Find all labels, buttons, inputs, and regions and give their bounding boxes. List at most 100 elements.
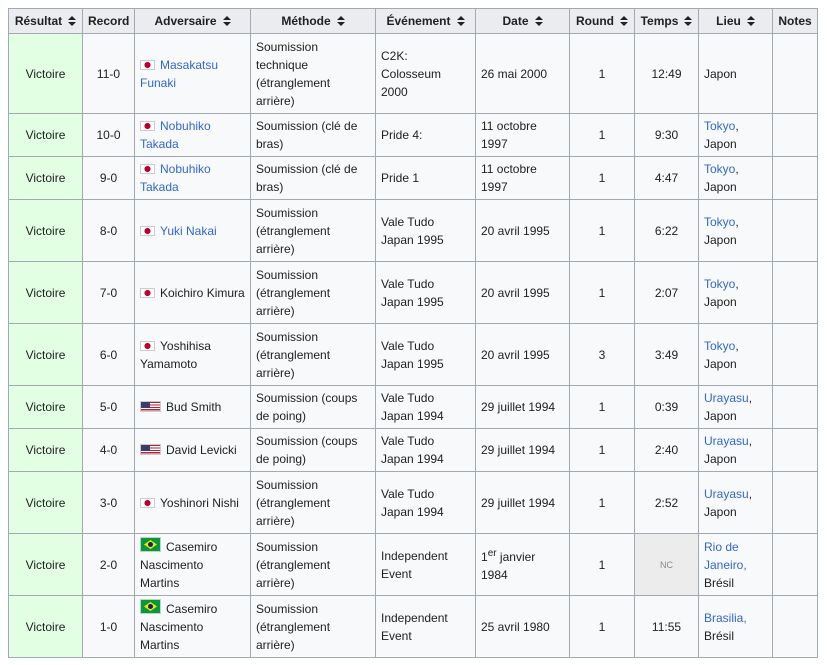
opponent-cell: Yoshihisa Yamamoto bbox=[134, 323, 251, 386]
header-round[interactable]: Round bbox=[569, 8, 635, 34]
event-cell: Vale Tudo Japan 1995 bbox=[375, 261, 476, 324]
location-separator: , bbox=[748, 486, 753, 501]
result-cell: Victoire bbox=[8, 261, 83, 324]
city-link[interactable]: Urayasu bbox=[704, 391, 749, 405]
event-cell: Independent Event bbox=[375, 533, 476, 596]
table-row: Victoire 11-0 Masakatsu Funaki Soumissio… bbox=[8, 33, 818, 114]
record-cell: 2-0 bbox=[82, 533, 135, 596]
event-cell: Vale Tudo Japan 1995 bbox=[375, 199, 476, 262]
record-cell: 7-0 bbox=[82, 261, 135, 324]
notes-cell bbox=[772, 428, 818, 472]
record-cell: 3-0 bbox=[82, 471, 135, 534]
record-cell: 11-0 bbox=[82, 33, 135, 114]
sort-arrows-icon[interactable] bbox=[68, 16, 77, 26]
city-link[interactable]: Rio de Janeiro bbox=[704, 540, 743, 572]
header-temps[interactable]: Temps bbox=[634, 8, 699, 34]
event-cell: Pride 1 bbox=[375, 156, 476, 200]
notes-cell bbox=[772, 113, 818, 157]
opponent-name: Bud Smith bbox=[166, 400, 222, 414]
result-cell: Victoire bbox=[8, 156, 83, 200]
header-notes: Notes bbox=[772, 8, 818, 34]
usa-flag-icon bbox=[140, 444, 161, 455]
record-cell: 10-0 bbox=[82, 113, 135, 157]
header-date[interactable]: Date bbox=[475, 8, 570, 34]
notes-cell bbox=[772, 323, 818, 386]
opponent-cell: Nobuhiko Takada bbox=[134, 156, 251, 200]
opponent-cell: Koichiro Kimura bbox=[134, 261, 251, 324]
city-link[interactable]: Urayasu bbox=[704, 434, 749, 448]
method-cell: Soumission (clé de bras) bbox=[250, 156, 376, 200]
time-cell: 12:49 bbox=[634, 33, 699, 114]
country-name: Japon bbox=[704, 137, 737, 151]
round-cell: 1 bbox=[569, 471, 635, 534]
event-cell: Independent Event bbox=[375, 595, 476, 658]
round-cell: 3 bbox=[569, 323, 635, 386]
event-cell: Vale Tudo Japan 1995 bbox=[375, 323, 476, 386]
date-cell: 1er janvier 1984 bbox=[475, 533, 570, 596]
header-resultat[interactable]: Résultat bbox=[8, 8, 83, 34]
table-row: Victoire 3-0 Yoshinori Nishi Soumission … bbox=[8, 471, 818, 534]
time-cell: 3:49 bbox=[634, 323, 699, 386]
country-name: Japon bbox=[704, 180, 737, 194]
opponent-cell: Yuki Nakai bbox=[134, 199, 251, 262]
record-cell: 1-0 bbox=[82, 595, 135, 658]
table-row: Victoire 8-0 Yuki Nakai Soumission (étra… bbox=[8, 199, 818, 262]
sort-arrows-icon[interactable] bbox=[746, 16, 755, 26]
city-link[interactable]: Tokyo bbox=[704, 162, 735, 176]
opponent-link[interactable]: Yuki Nakai bbox=[160, 224, 217, 238]
sort-arrows-icon[interactable] bbox=[684, 16, 693, 26]
round-cell: 1 bbox=[569, 156, 635, 200]
city-link[interactable]: Tokyo bbox=[704, 215, 735, 229]
date-cell: 11 octobre 1997 bbox=[475, 113, 570, 157]
round-cell: 1 bbox=[569, 595, 635, 658]
city-link[interactable]: Urayasu bbox=[704, 487, 749, 501]
brazil-flag-icon bbox=[140, 599, 161, 614]
opponent-name: Koichiro Kimura bbox=[160, 285, 245, 300]
result-cell: Victoire bbox=[8, 595, 83, 658]
event-cell: Vale Tudo Japan 1994 bbox=[375, 428, 476, 472]
method-cell: Soumission (étranglement arrière) bbox=[250, 323, 376, 386]
sort-arrows-icon[interactable] bbox=[456, 16, 465, 26]
country-name: Japon bbox=[704, 452, 737, 466]
notes-cell bbox=[772, 261, 818, 324]
table-row: Victoire 4-0 David Levicki Soumission (c… bbox=[8, 428, 818, 472]
country-name: Japon bbox=[704, 409, 737, 423]
city-link[interactable]: Tokyo bbox=[704, 339, 735, 353]
sort-arrows-icon[interactable] bbox=[620, 16, 628, 26]
notes-cell bbox=[772, 385, 818, 429]
opponent-cell: Casemiro Nascimento Martins bbox=[134, 533, 251, 596]
time-cell: 0:39 bbox=[634, 385, 699, 429]
record-cell: 8-0 bbox=[82, 199, 135, 262]
header-lieu[interactable]: Lieu bbox=[698, 8, 773, 34]
city-link[interactable]: Tokyo bbox=[704, 119, 735, 133]
notes-cell bbox=[772, 156, 818, 200]
round-cell: 1 bbox=[569, 33, 635, 114]
record-cell: 9-0 bbox=[82, 156, 135, 200]
country-name: Brésil bbox=[704, 628, 735, 643]
header-adversaire[interactable]: Adversaire bbox=[134, 8, 251, 34]
city-link[interactable]: Tokyo bbox=[704, 277, 735, 291]
result-cell: Victoire bbox=[8, 471, 83, 534]
notes-cell bbox=[772, 533, 818, 596]
time-cell: 4:47 bbox=[634, 156, 699, 200]
notes-cell bbox=[772, 471, 818, 534]
opponent-cell: David Levicki bbox=[134, 428, 251, 472]
header-evenement[interactable]: Événement bbox=[375, 8, 476, 34]
location-cell: Urayasu, Japon bbox=[698, 471, 773, 534]
table-row: Victoire 2-0 Casemiro Nascimento Martins… bbox=[8, 533, 818, 596]
fight-record-table: Résultat Record Adversaire Méthode Événe… bbox=[8, 8, 818, 658]
country-name: Japon bbox=[704, 504, 737, 519]
notes-cell bbox=[772, 33, 818, 114]
record-cell: 4-0 bbox=[82, 428, 135, 472]
sort-arrows-icon[interactable] bbox=[336, 16, 345, 26]
header-methode[interactable]: Méthode bbox=[250, 8, 376, 34]
round-cell: 1 bbox=[569, 113, 635, 157]
event-cell: Vale Tudo Japan 1994 bbox=[375, 385, 476, 429]
location-separator: , bbox=[735, 214, 739, 229]
time-cell: 2:40 bbox=[634, 428, 699, 472]
japan-flag-icon bbox=[140, 287, 155, 298]
table-header-row: Résultat Record Adversaire Méthode Événe… bbox=[8, 8, 818, 34]
sort-arrows-icon[interactable] bbox=[222, 16, 231, 26]
sort-arrows-icon[interactable] bbox=[534, 16, 543, 26]
city-link[interactable]: Brasilia bbox=[704, 611, 743, 625]
